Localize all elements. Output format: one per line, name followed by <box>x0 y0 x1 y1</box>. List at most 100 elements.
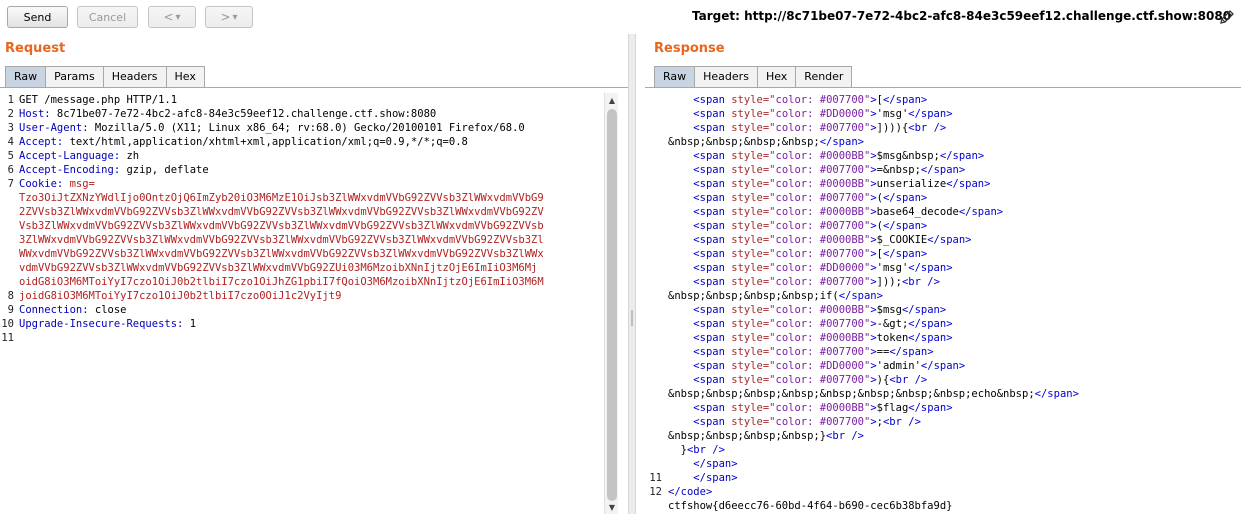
line-number <box>645 289 662 303</box>
request-scrollbar[interactable]: ▲ ▼ <box>604 93 618 514</box>
pencil-icon[interactable] <box>1218 8 1236 26</box>
html-tag: <span <box>693 262 725 274</box>
html-tag: /> <box>914 374 928 386</box>
line-number <box>645 443 662 457</box>
line-number <box>645 205 662 219</box>
line-number <box>645 499 662 513</box>
code-text: token <box>876 332 909 344</box>
line-number: 6 <box>7 164 14 176</box>
html-tag: > <box>920 192 928 204</box>
html-tag: <span <box>693 192 725 204</box>
code-text: 'msg' <box>876 262 909 274</box>
response-line: <span style="color: #0000BB" > $_COOKIE</s… <box>668 233 1241 247</box>
html-attr: style= <box>724 206 770 218</box>
html-attr-value: "color: #0000BB" <box>769 150 871 162</box>
tab-hex[interactable]: Hex <box>165 66 205 87</box>
target-url: Target: http://8c71be07-7e72-4bc2-afc8-8… <box>692 9 1232 23</box>
tab-headers[interactable]: Headers <box>102 66 167 87</box>
header-value: 8c71be07-7e72-4bc2-afc8-84e3c59eef12.cha… <box>50 108 437 120</box>
line-number <box>645 429 662 443</box>
send-button[interactable]: Send <box>7 6 68 28</box>
line-number: 2 <box>7 108 14 120</box>
header-value: zh <box>120 150 140 162</box>
response-line: </span> <box>668 457 1241 471</box>
html-attr-value: "color: #0000BB" <box>769 206 871 218</box>
code-text: $msg&nbsp; <box>876 150 940 162</box>
html-attr-value: "color: #DD0000" <box>769 262 871 274</box>
pane-splitter[interactable] <box>628 34 636 514</box>
header-key: User-Agent: <box>19 122 89 134</box>
code-text: &nbsp;&nbsp;&nbsp;&nbsp;&nbsp;&nbsp;&nbs… <box>668 388 1035 400</box>
line-number: 10 <box>1 318 14 330</box>
html-tag: > <box>920 94 928 106</box>
html-tag: > <box>946 108 953 120</box>
tab-raw[interactable]: Raw <box>5 66 47 87</box>
html-attr: style= <box>724 178 770 190</box>
html-tag: </span <box>1034 388 1073 400</box>
html-tag: <span <box>693 248 725 260</box>
html-attr-value: "color: #007700" <box>769 248 871 260</box>
tab-headers[interactable]: Headers <box>694 66 758 87</box>
response-line: <span style="color: #007700">==</span> <box>668 345 1241 359</box>
code-text: ]))){ <box>876 122 909 134</box>
response-line: </span> <box>668 471 1241 485</box>
header-value: vdmVVbG92ZVVsb3ZlWWxvdmVVbG92ZVVsb3ZlWWx… <box>19 262 538 274</box>
html-tag: <span <box>693 374 725 386</box>
code-text: ])); <box>876 276 902 288</box>
html-tag: </span <box>882 220 921 232</box>
line-number <box>645 359 662 373</box>
line-number <box>645 345 662 359</box>
back-button[interactable]: < ▾ <box>148 6 196 28</box>
scroll-down-icon[interactable]: ▼ <box>605 500 619 514</box>
html-attr: style= <box>724 346 770 358</box>
html-tag: </span <box>908 108 947 120</box>
line-number <box>645 177 662 191</box>
request-editor[interactable]: GET /message.php HTTP/1.1 Host: 8c71be07-… <box>19 93 603 514</box>
html-attr-value: "color: #007700" <box>769 220 871 232</box>
splitter-grip[interactable] <box>631 310 633 326</box>
scrollbar-thumb[interactable] <box>607 109 617 501</box>
request-line: Upgrade-Insecure-Requests: 1 <box>19 317 603 331</box>
response-line: <span style="color: #DD0000" > 'msg'</span… <box>668 261 1241 275</box>
html-tag: </code <box>668 486 706 498</box>
line-number <box>645 303 662 317</box>
html-tag: > <box>965 234 972 246</box>
header-value: gzip, deflate <box>120 164 209 176</box>
html-attr-value: "color: #007700" <box>769 374 871 386</box>
response-line: &nbsp;&nbsp;&nbsp;&nbsp;}<br /> <box>668 429 1241 443</box>
code-text: &nbsp;&nbsp;&nbsp;&nbsp;if( <box>668 290 839 302</box>
tab-render[interactable]: Render <box>795 66 853 87</box>
html-tag: <span <box>693 402 725 414</box>
code-text: =&nbsp; <box>876 164 921 176</box>
tab-params[interactable]: Params <box>45 66 104 87</box>
request-line: Accept-Language: zh <box>19 149 603 163</box>
tab-raw[interactable]: Raw <box>654 66 696 87</box>
forward-button[interactable]: > ▾ <box>205 6 253 28</box>
response-line: <span style="color: #007700">;<br /> <box>668 415 1241 429</box>
html-tag: > <box>984 178 991 190</box>
scroll-up-icon[interactable]: ▲ <box>605 93 619 107</box>
html-tag: <span <box>693 360 725 372</box>
response-editor[interactable]: <span style="color: #007700">[</span> <s… <box>668 93 1241 514</box>
line-number <box>0 275 14 289</box>
response-line: <span style="color: #0000BB" > $flag</span… <box>668 401 1241 415</box>
line-number: 4 <box>7 136 14 148</box>
request-line: Cookie: msg= <box>19 177 603 191</box>
tab-hex[interactable]: Hex <box>756 66 797 87</box>
html-tag: <span <box>693 276 725 288</box>
cancel-button[interactable]: Cancel <box>77 6 138 28</box>
html-tag: <span <box>693 178 725 190</box>
line-number <box>645 191 662 205</box>
html-tag: > <box>958 164 966 176</box>
html-tag: </span <box>908 402 947 414</box>
html-attr-value: "color: #007700" <box>769 94 871 106</box>
code-text: 'msg' <box>876 108 909 120</box>
html-tag: > <box>946 318 953 330</box>
response-line: <span style="color: #0000BB" > token</span… <box>668 331 1241 345</box>
line-number <box>0 261 14 275</box>
burp-repeater-window: Send Cancel < ▾ > ▾ Target: http://8c71b… <box>0 0 1241 514</box>
